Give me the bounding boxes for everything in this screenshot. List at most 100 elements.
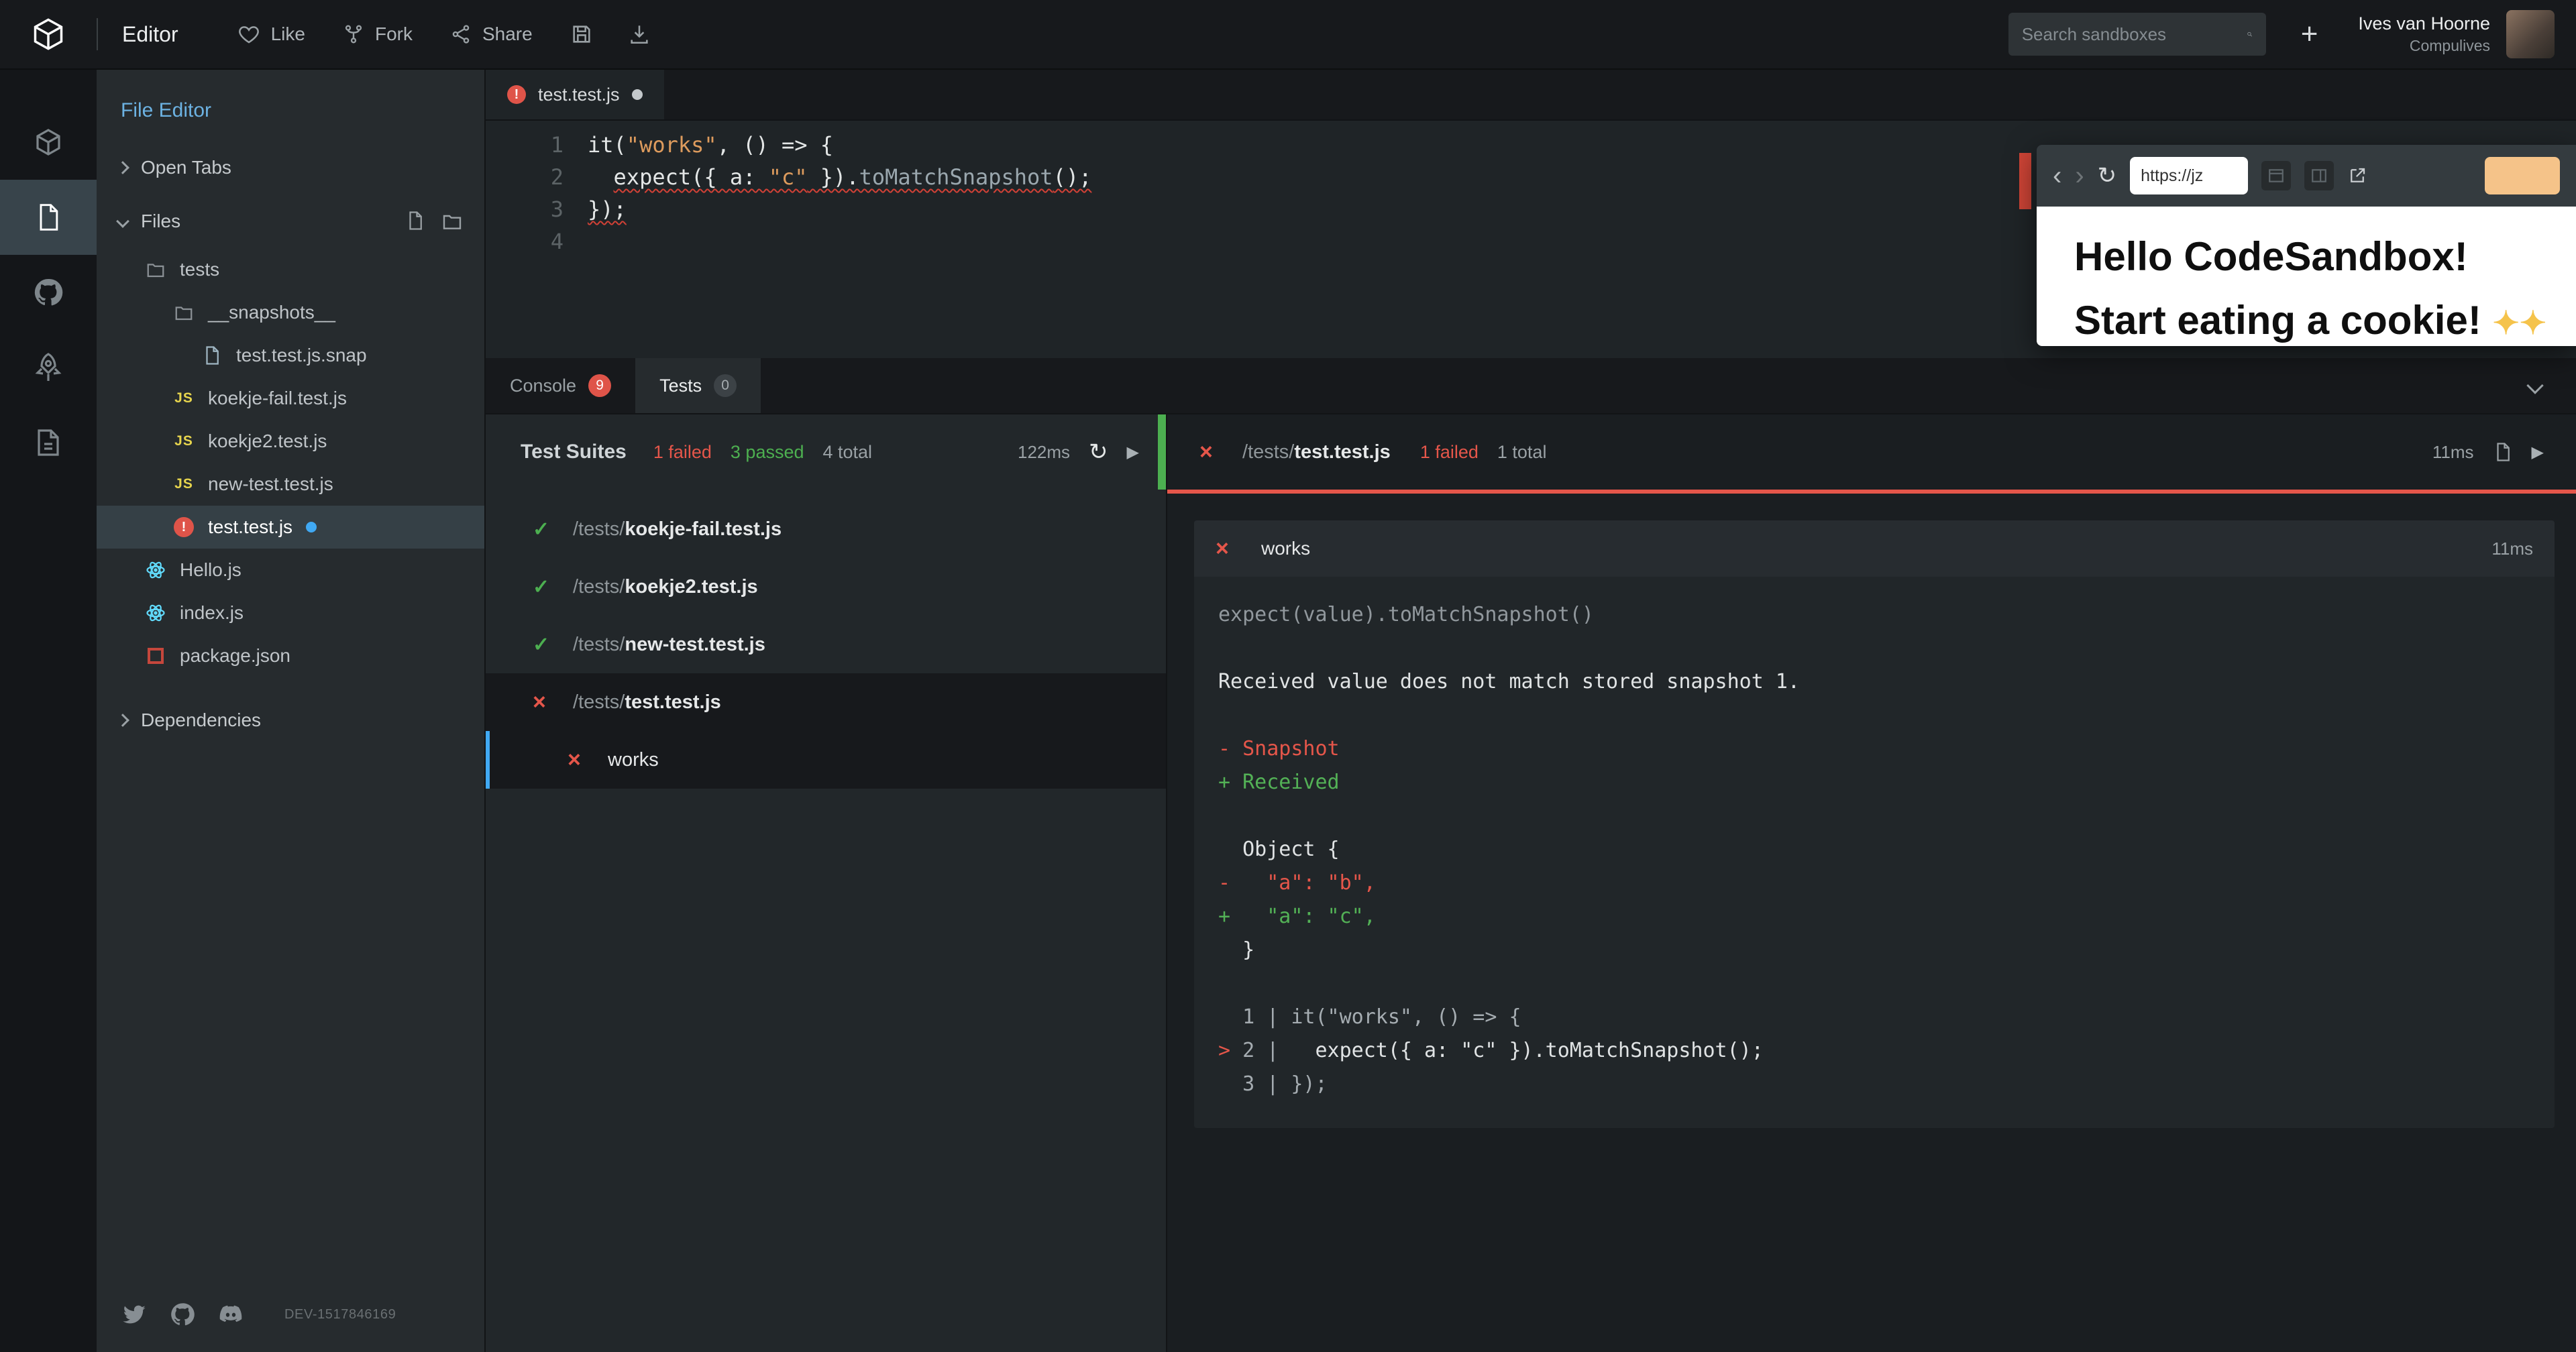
fork-button[interactable]: Fork [343,23,413,45]
line-number: 4 [550,229,564,254]
rail-item-github[interactable] [0,255,97,330]
chevron-down-icon [116,215,129,228]
detail-path: /tests/test.test.js [1242,441,1391,463]
snapshot-file-icon[interactable] [2493,442,2513,462]
tab-console[interactable]: Console 9 [486,358,635,413]
pass-icon [533,633,554,657]
suite-row-works[interactable]: works [486,731,1166,789]
collapse-panel-icon[interactable] [2526,377,2544,394]
share-button[interactable]: Share [450,23,533,45]
url-bar[interactable]: https://jz [2130,157,2249,194]
chevron-right-icon [116,161,129,174]
run-suite-icon[interactable] [2532,443,2544,462]
tree-item-label: index.js [180,602,244,623]
tree-item-package.json[interactable]: package.json [97,634,484,677]
avatar[interactable] [2506,10,2555,58]
forward-icon[interactable]: › [2075,162,2084,189]
tree-item-Hello.js[interactable]: Hello.js [97,549,484,592]
suite-name: works [608,748,659,771]
suite-row-test.test.js[interactable]: /tests/test.test.js [486,673,1166,731]
panel-tabbar: Console 9 Tests 0 [486,358,2576,414]
error-output-line: > 2 | expect({ a: "c" }).toMatchSnapshot… [1218,1039,1764,1062]
preview-subheading: Start eating a cookie! ✦✦ [2074,297,2576,343]
tree-item-label: tests [180,259,220,280]
new-file-icon[interactable] [405,211,425,231]
open-external-icon[interactable] [2347,166,2367,186]
discord-icon[interactable] [217,1301,244,1328]
rail-item-server[interactable] [0,405,97,480]
tree-item-index.js[interactable]: index.js [97,592,484,634]
preview-navbar: ‹ › ↻ https://jz [2037,145,2576,207]
rerun-tests-icon[interactable] [1089,439,1108,465]
dependencies-label: Dependencies [141,710,262,730]
highlighted-toggle[interactable] [2485,157,2560,194]
line-number: 3 [550,196,564,222]
suite-row-koekje2.test.js[interactable]: /tests/koekje2.test.js [486,558,1166,616]
tree-item-__snapshots__[interactable]: __snapshots__ [97,291,484,334]
file-icon [40,204,58,231]
github-icon[interactable] [169,1301,196,1328]
error-ruler-marker [2019,153,2031,209]
browser-preview: ‹ › ↻ https://jz Hello CodeSandbox! Star… [2037,145,2576,346]
suite-name: koekje2.test.js [625,575,758,598]
error-output-line: } [1218,938,1255,962]
editor-tabbar: test.test.js [486,70,2576,121]
save-button[interactable] [570,23,593,46]
error-output-line: + "a": "c", [1218,905,1376,928]
devtools-icon[interactable] [2304,161,2334,190]
test-detail-body[interactable]: works 11ms expect(value).toMatchSnapshot… [1167,494,2576,1352]
back-icon[interactable]: ‹ [2053,162,2061,189]
suites-failed: 1 failed [653,441,712,462]
tree-item-new-test.test.js[interactable]: JS new-test.test.js [97,463,484,506]
download-button[interactable] [628,23,651,46]
tree-item-test.test.js[interactable]: test.test.js [97,506,484,549]
tree-item-test.test.js.snap[interactable]: test.test.js.snap [97,334,484,377]
error-output-line [1218,632,2530,665]
error-card-header[interactable]: works 11ms [1194,520,2555,577]
subheading-text: Start eating a cookie! [2074,298,2481,343]
suite-row-new-test.test.js[interactable]: /tests/new-test.test.js [486,616,1166,673]
new-sandbox-button[interactable] [2301,19,2318,49]
suites-time: 122ms [1017,441,1071,462]
like-button[interactable]: Like [237,23,305,46]
tab-label: test.test.js [538,84,620,105]
sidebar-title: File Editor [121,99,212,121]
split-view-icon[interactable] [2261,161,2292,190]
rail-item-deploy[interactable] [0,330,97,405]
error-output-line: - "a": "b", [1218,871,1376,895]
suite-path-prefix: /tests/ [573,575,625,598]
tree-item-koekje2.test.js[interactable]: JS koekje2.test.js [97,420,484,463]
error-output: expect(value).toMatchSnapshot() Received… [1194,577,2555,1128]
suite-row-koekje-fail.test.js[interactable]: /tests/koekje-fail.test.js [486,500,1166,558]
search-input[interactable] [2021,23,2247,45]
cube-logo-icon [34,18,63,50]
user-name: Ives van Hoorne [2358,13,2490,34]
rail-item-sandbox[interactable] [0,105,97,180]
section-open-tabs[interactable]: Open Tabs [97,141,484,194]
new-folder-icon[interactable] [441,211,463,232]
file-tree: tests __snapshots__ test.test.js.snap JS koe… [97,248,484,677]
twitter-icon[interactable] [121,1301,148,1328]
section-files[interactable]: Files [97,194,484,248]
rail-item-file-editor[interactable] [0,180,97,255]
error-output-line: - Snapshot [1218,737,1340,760]
pass-icon [533,518,554,541]
codesandbox-logo[interactable] [0,17,97,52]
detail-path-prefix: /tests/ [1242,441,1295,463]
tab-tests[interactable]: Tests 0 [635,358,761,413]
fork-icon [345,25,362,44]
test-detail-pane: /tests/test.test.js 1 failed 1 total 11m… [1167,414,2576,1352]
tab-test-test-js[interactable]: test.test.js [486,70,664,119]
test-suites-header: Test Suites 1 failed 3 passed 4 total 12… [486,414,1166,490]
run-tests-icon[interactable] [1127,443,1139,462]
preview-heading: Hello CodeSandbox! [2074,234,2468,279]
tree-item-label: koekje2.test.js [208,431,327,451]
code-line: expect({ a: "c" }).toMatchSnapshot(); [613,164,1092,190]
error-output-line: expect(value).toMatchSnapshot() [1218,603,1594,626]
file-icon [200,345,224,365]
refresh-icon[interactable]: ↻ [2098,162,2117,189]
tree-item-koekje-fail.test.js[interactable]: JS koekje-fail.test.js [97,377,484,420]
section-dependencies[interactable]: Dependencies [97,693,484,747]
error-output-line [1218,967,2530,1001]
tree-item-tests[interactable]: tests [97,248,484,291]
